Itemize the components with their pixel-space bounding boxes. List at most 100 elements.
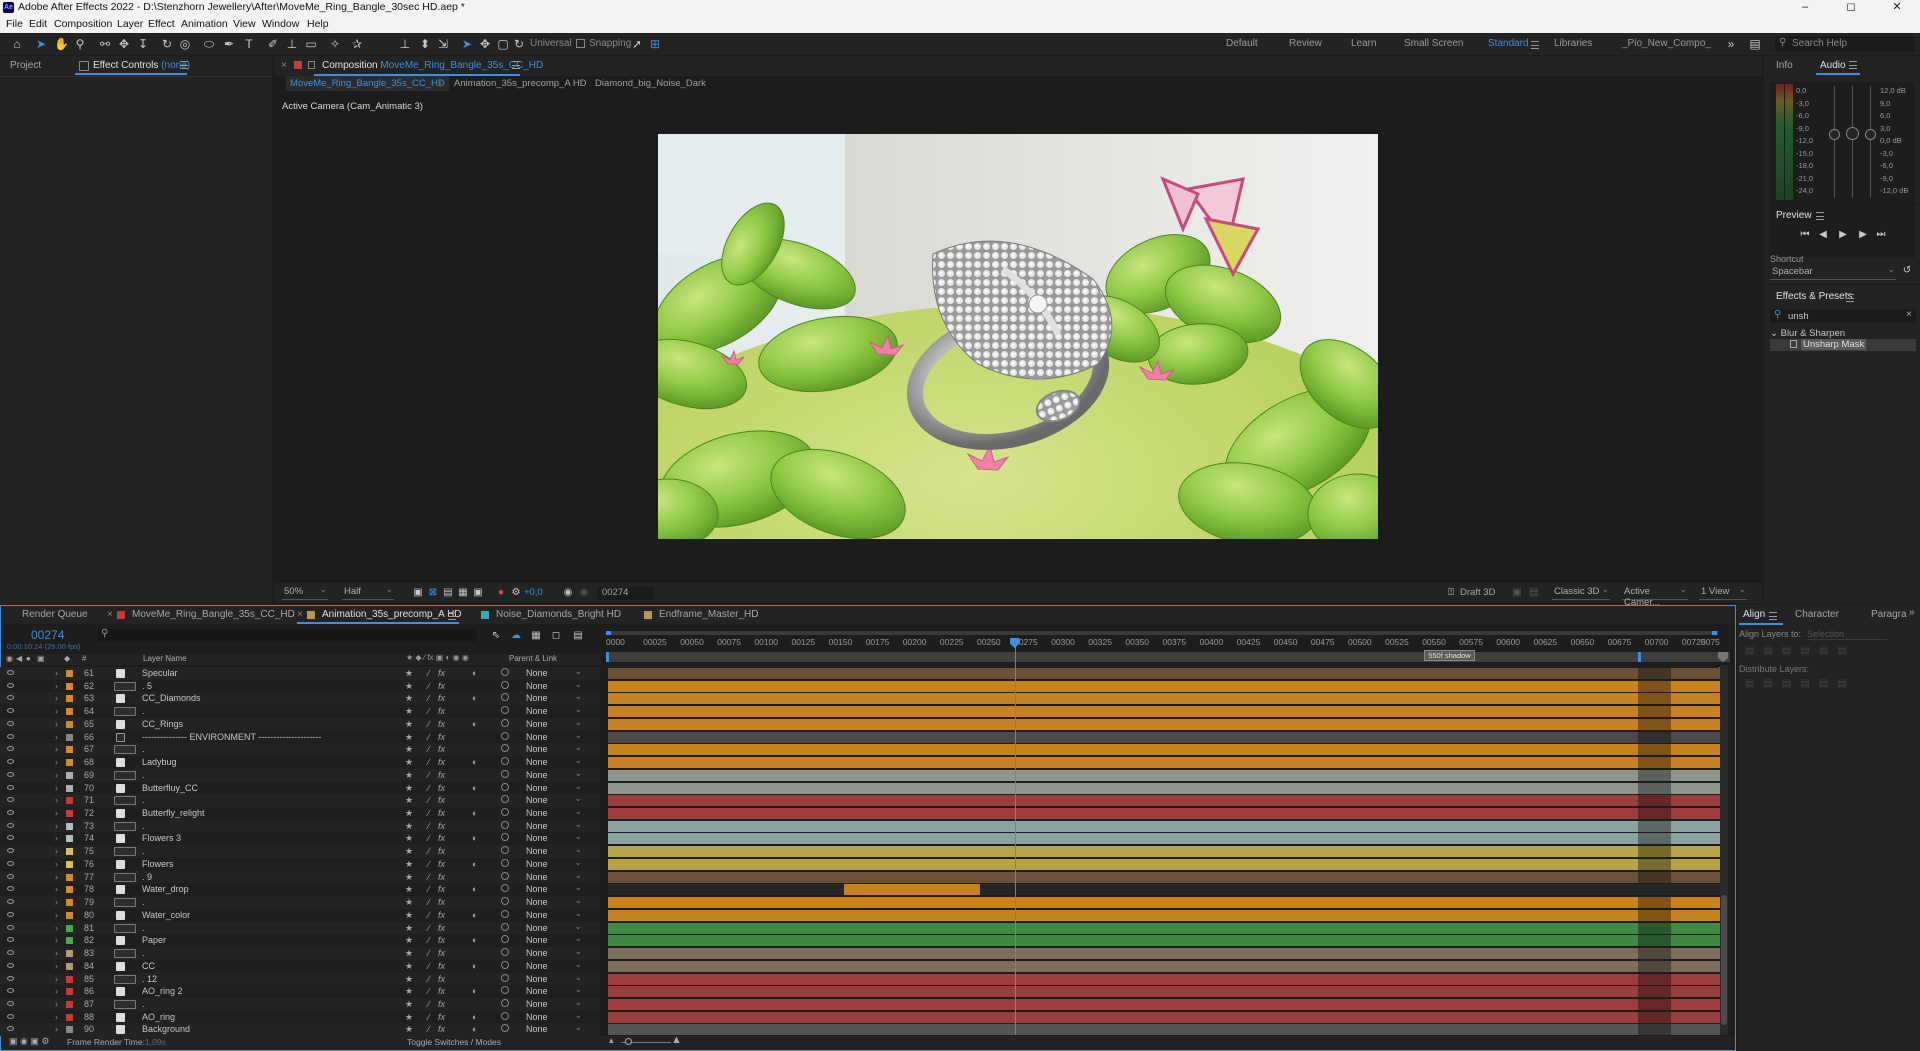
renderer-dropdown[interactable]: Classic 3D [1552,584,1610,600]
visibility-eye-icon[interactable] [7,746,14,752]
shy-switch-icon[interactable]: ★ [405,820,413,832]
shy-switch-icon[interactable]: ★ [405,960,413,972]
snap-grid-icon[interactable]: ⊞ [648,37,662,51]
shy-switch-icon[interactable]: ★ [405,718,413,730]
magnification-dropdown[interactable]: 50% [282,584,328,600]
shy-layers-icon[interactable]: ▦ [529,629,543,643]
effect-switch-icon[interactable]: fx [438,922,445,934]
effect-switch-icon[interactable]: fx [438,934,445,946]
composition-viewer[interactable] [658,134,1378,539]
layer-name[interactable]: --------------- ENVIRONMENT ------------… [142,731,321,743]
quality-switch-icon[interactable]: ∕ [428,705,430,717]
layer-name[interactable]: . [142,896,145,908]
mask-visibility-icon[interactable]: ▤ [441,586,455,600]
effect-switch-icon[interactable]: fx [438,782,445,794]
layer-duration-bar[interactable] [608,833,1721,845]
visibility-eye-icon[interactable] [7,682,14,688]
shy-switch-icon[interactable]: ★ [405,883,413,895]
workspace-panel-icon[interactable]: ▤ [1748,37,1762,51]
layer-name[interactable]: . 5 [142,680,152,692]
expand-arrow-icon[interactable]: › [55,858,58,870]
layer-duration-bar[interactable] [608,909,1721,921]
scale-tool-icon[interactable]: ▢ [496,37,510,51]
parent-pickwhip-icon[interactable] [501,960,509,969]
parent-pickwhip-icon[interactable] [501,973,509,982]
layer-name[interactable]: CC [142,960,155,972]
shy-switch-icon[interactable]: ★ [405,680,413,692]
layer-duration-bar[interactable] [608,922,1721,934]
layer-name[interactable]: . [142,794,145,806]
visibility-eye-icon[interactable] [7,924,14,930]
quality-switch-icon[interactable]: ∕ [428,1023,430,1035]
more-workspaces-icon[interactable]: » [1724,37,1738,51]
shy-switch-icon[interactable]: ★ [405,947,413,959]
view-axis-mode-icon[interactable]: ⇲ [436,37,450,51]
expand-arrow-icon[interactable]: › [55,794,58,806]
motion-blur-switch-icon[interactable]: ◐ [472,858,477,870]
time-navigator-end-handle[interactable] [1712,631,1717,635]
effects-menu-icon[interactable] [1846,294,1854,302]
layer-row[interactable]: › 70 Butterfluy_CC ★ ∕ fx ◐ None [0,780,600,795]
parent-pickwhip-icon[interactable] [501,1024,509,1033]
first-frame-icon[interactable]: ⏮ [1798,228,1812,242]
expand-arrow-icon[interactable]: › [55,909,58,921]
layer-duration-bar[interactable] [608,986,1721,998]
parent-pickwhip-icon[interactable] [501,769,509,778]
parent-pickwhip-icon[interactable] [501,897,509,906]
shy-switch-icon[interactable]: ★ [405,871,413,883]
layer-name[interactable]: . [142,705,145,717]
audio-panel-menu-icon[interactable] [1849,61,1857,69]
layer-duration-bar[interactable] [608,1011,1721,1023]
layer-duration-bar[interactable] [608,808,1721,820]
previous-frame-icon[interactable]: ◀ [1816,228,1830,242]
distribute-buttons[interactable]: ▤▤▤▤▤▤ [1745,678,1856,689]
layer-name[interactable]: Background [142,1023,190,1035]
layer-row[interactable]: › 76 Flowers ★ ∕ fx ◐ None [0,856,600,871]
layer-duration-bar[interactable] [608,680,1721,692]
layer-name[interactable]: Water_color [142,909,190,921]
visibility-eye-icon[interactable] [7,950,14,956]
local-axis-mode-icon[interactable]: ⊥ [398,37,412,51]
quality-switch-icon[interactable]: ∕ [428,832,430,844]
layer-row[interactable]: › 77. 9 ★ ∕ fx None [0,869,600,884]
quality-switch-icon[interactable]: ∕ [428,756,430,768]
selection-tool-alt-icon[interactable]: ➤ [460,37,474,51]
layer-name[interactable]: . [142,845,145,857]
layer-label-color[interactable] [66,695,73,703]
layer-row[interactable]: › 80 Water_color ★ ∕ fx ◐ None [0,907,600,922]
layer-row[interactable]: › 87. ★ ∕ fx None [0,996,600,1011]
visibility-eye-icon[interactable] [7,962,14,968]
layer-row[interactable]: › 71. ★ ∕ fx None [0,792,600,808]
channel-icon[interactable]: ▣ [471,586,485,600]
effect-switch-icon[interactable]: fx [438,667,445,679]
lock-header-icon[interactable]: ▣ [37,654,45,663]
playhead-line[interactable] [1014,645,1016,1035]
expand-arrow-icon[interactable]: › [55,960,58,972]
parent-pickwhip-icon[interactable] [501,706,509,715]
visibility-eye-icon[interactable] [7,797,14,803]
transparency-grid-icon[interactable]: ⊠ [426,586,440,600]
layer-label-color[interactable] [66,873,73,881]
parent-pickwhip-icon[interactable] [501,820,509,829]
workspace-small-screen[interactable]: Small Screen [1404,38,1463,49]
quality-switch-icon[interactable]: ∕ [428,820,430,832]
motion-blur-switch-icon[interactable]: ◐ [472,1011,477,1023]
effect-switch-icon[interactable]: fx [438,807,445,819]
layer-duration-bar[interactable] [843,884,980,896]
quality-switch-icon[interactable]: ∕ [428,1011,430,1023]
motion-blur-switch-icon[interactable]: ◐ [472,985,477,997]
effect-switch-icon[interactable]: fx [438,896,445,908]
layer-label-color[interactable] [66,797,73,805]
comp-panel-menu-icon[interactable] [512,61,520,69]
layer-row[interactable]: › 88 AO_ring ★ ∕ fx ◐ None [0,1009,600,1024]
visibility-eye-icon[interactable] [7,784,14,790]
effect-switch-icon[interactable]: fx [438,871,445,883]
expand-arrow-icon[interactable]: › [55,1023,58,1035]
expand-arrow-icon[interactable]: › [55,705,58,717]
shy-switch-icon[interactable]: ★ [405,934,413,946]
snapshot-camera-icon[interactable]: ◉ [561,586,575,600]
quality-switch-icon[interactable]: ∕ [428,807,430,819]
home-icon[interactable]: ⌂ [10,37,24,51]
layer-duration-bar[interactable] [608,795,1721,807]
layer-row[interactable]: › 65 CC_Rings ★ ∕ fx ◐ None [0,716,600,731]
